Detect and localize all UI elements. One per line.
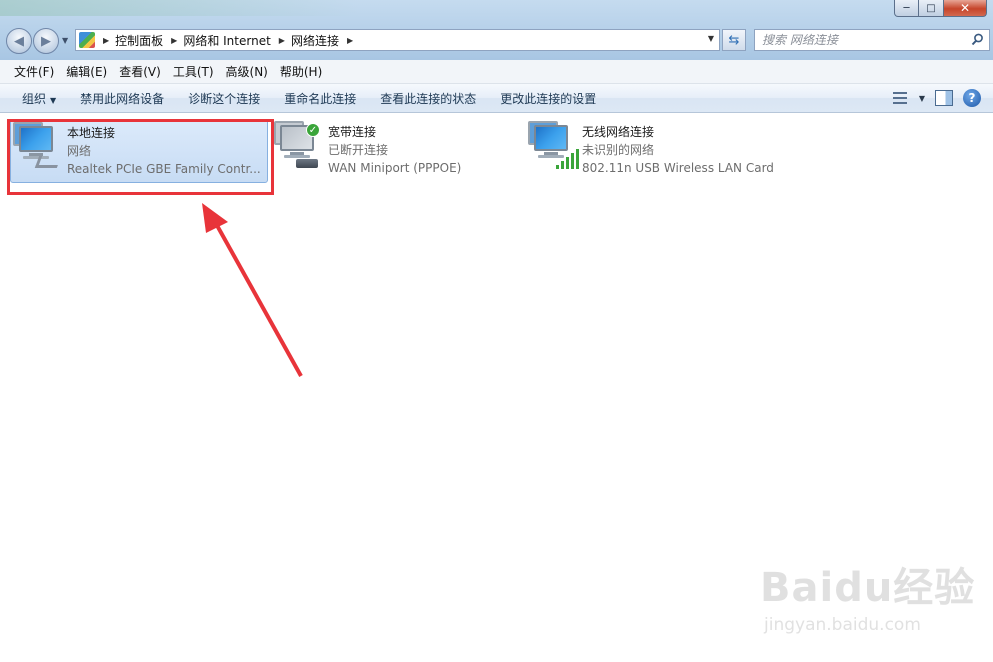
watermark-url: jingyan.baidu.com [764, 615, 921, 635]
connection-device: 802.11n USB Wireless LAN Card [582, 161, 774, 175]
view-options-dropdown-icon[interactable]: ▼ [919, 94, 925, 103]
view-status-button[interactable]: 查看此连接的状态 [368, 90, 488, 107]
wireless-network-icon [526, 119, 582, 175]
broadband-icon: ✓ [272, 119, 328, 175]
menu-bar: 文件(F) 编辑(E) 查看(V) 工具(T) 高级(N) 帮助(H) [0, 60, 993, 84]
menu-view[interactable]: 查看(V) [113, 63, 167, 80]
organize-label: 组织 [22, 91, 47, 106]
connection-name: 宽带连接 [328, 125, 377, 139]
breadcrumb-network-connections[interactable]: 网络连接 [291, 32, 339, 49]
refresh-icon: ⇆ [728, 32, 740, 48]
connection-broadband[interactable]: ✓ 宽带连接 已断开连接 WAN Miniport (PPPOE) [272, 119, 512, 183]
search-input[interactable] [762, 33, 962, 47]
breadcrumb-separator-icon[interactable]: ▶ [171, 36, 177, 45]
preview-pane-icon[interactable] [935, 90, 953, 106]
address-bar[interactable]: ▶ 控制面板 ▶ 网络和 Internet ▶ 网络连接 ▶ ▼ [75, 29, 720, 51]
connection-status: 未识别的网络 [582, 143, 655, 157]
refresh-button[interactable]: ⇆ [722, 29, 746, 51]
menu-help[interactable]: 帮助(H) [274, 63, 328, 80]
maximize-button[interactable]: □ [919, 0, 944, 17]
view-controls: ▼ ? [891, 89, 981, 107]
forward-button[interactable]: ▶ [33, 28, 59, 54]
checkmark-icon: ✓ [306, 123, 320, 137]
address-dropdown-icon[interactable]: ▼ [708, 34, 714, 43]
modem-icon [296, 159, 318, 168]
menu-advanced[interactable]: 高级(N) [220, 63, 274, 80]
command-bar: 组织 ▼ 禁用此网络设备 诊断这个连接 重命名此连接 查看此连接的状态 更改此连接… [0, 84, 993, 113]
watermark-logo: Baidu经验 [760, 565, 976, 611]
menu-tools[interactable]: 工具(T) [167, 63, 220, 80]
help-icon[interactable]: ? [963, 89, 981, 107]
recent-pages-dropdown[interactable]: ▼ [62, 36, 68, 45]
baidu-watermark: Baidu经验 jingyan.baidu.com [760, 555, 990, 645]
menu-file[interactable]: 文件(F) [8, 63, 60, 80]
close-button[interactable]: ✕ [944, 0, 987, 17]
breadcrumb-control-panel[interactable]: 控制面板 [115, 32, 163, 49]
highlight-box [7, 119, 274, 195]
back-button[interactable]: ◀ [6, 28, 32, 54]
change-settings-button[interactable]: 更改此连接的设置 [488, 90, 608, 107]
search-box[interactable] [754, 29, 990, 51]
arrow-left-icon: ◀ [14, 33, 24, 49]
arrow-right-icon: ▶ [41, 33, 51, 49]
disable-device-button[interactable]: 禁用此网络设备 [68, 90, 176, 107]
rename-button[interactable]: 重命名此连接 [272, 90, 368, 107]
signal-bars-icon [556, 149, 579, 169]
search-icon[interactable] [971, 33, 984, 46]
breadcrumb-network-internet[interactable]: 网络和 Internet [183, 32, 270, 49]
window-controls: ─ □ ✕ [894, 0, 987, 17]
minimize-button[interactable]: ─ [894, 0, 919, 17]
window-chrome: ─ □ ✕ ◀ ▶ ▼ ▶ 控制面板 ▶ 网络和 Internet ▶ 网络连接… [0, 0, 993, 60]
breadcrumb-separator-icon[interactable]: ▶ [347, 36, 353, 45]
connection-status: 已断开连接 [328, 143, 389, 157]
control-panel-icon [79, 32, 95, 48]
breadcrumb-separator-icon[interactable]: ▶ [103, 36, 109, 45]
organize-button[interactable]: 组织 ▼ [10, 90, 68, 107]
menu-edit[interactable]: 编辑(E) [60, 63, 113, 80]
chevron-down-icon: ▼ [50, 95, 57, 105]
connection-device: WAN Miniport (PPPOE) [328, 161, 462, 175]
connection-wireless[interactable]: 无线网络连接 未识别的网络 802.11n USB Wireless LAN C… [526, 119, 796, 183]
diagnose-button[interactable]: 诊断这个连接 [176, 90, 272, 107]
change-view-icon[interactable] [891, 90, 909, 106]
connection-name: 无线网络连接 [582, 125, 655, 139]
breadcrumb-separator-icon[interactable]: ▶ [279, 36, 285, 45]
